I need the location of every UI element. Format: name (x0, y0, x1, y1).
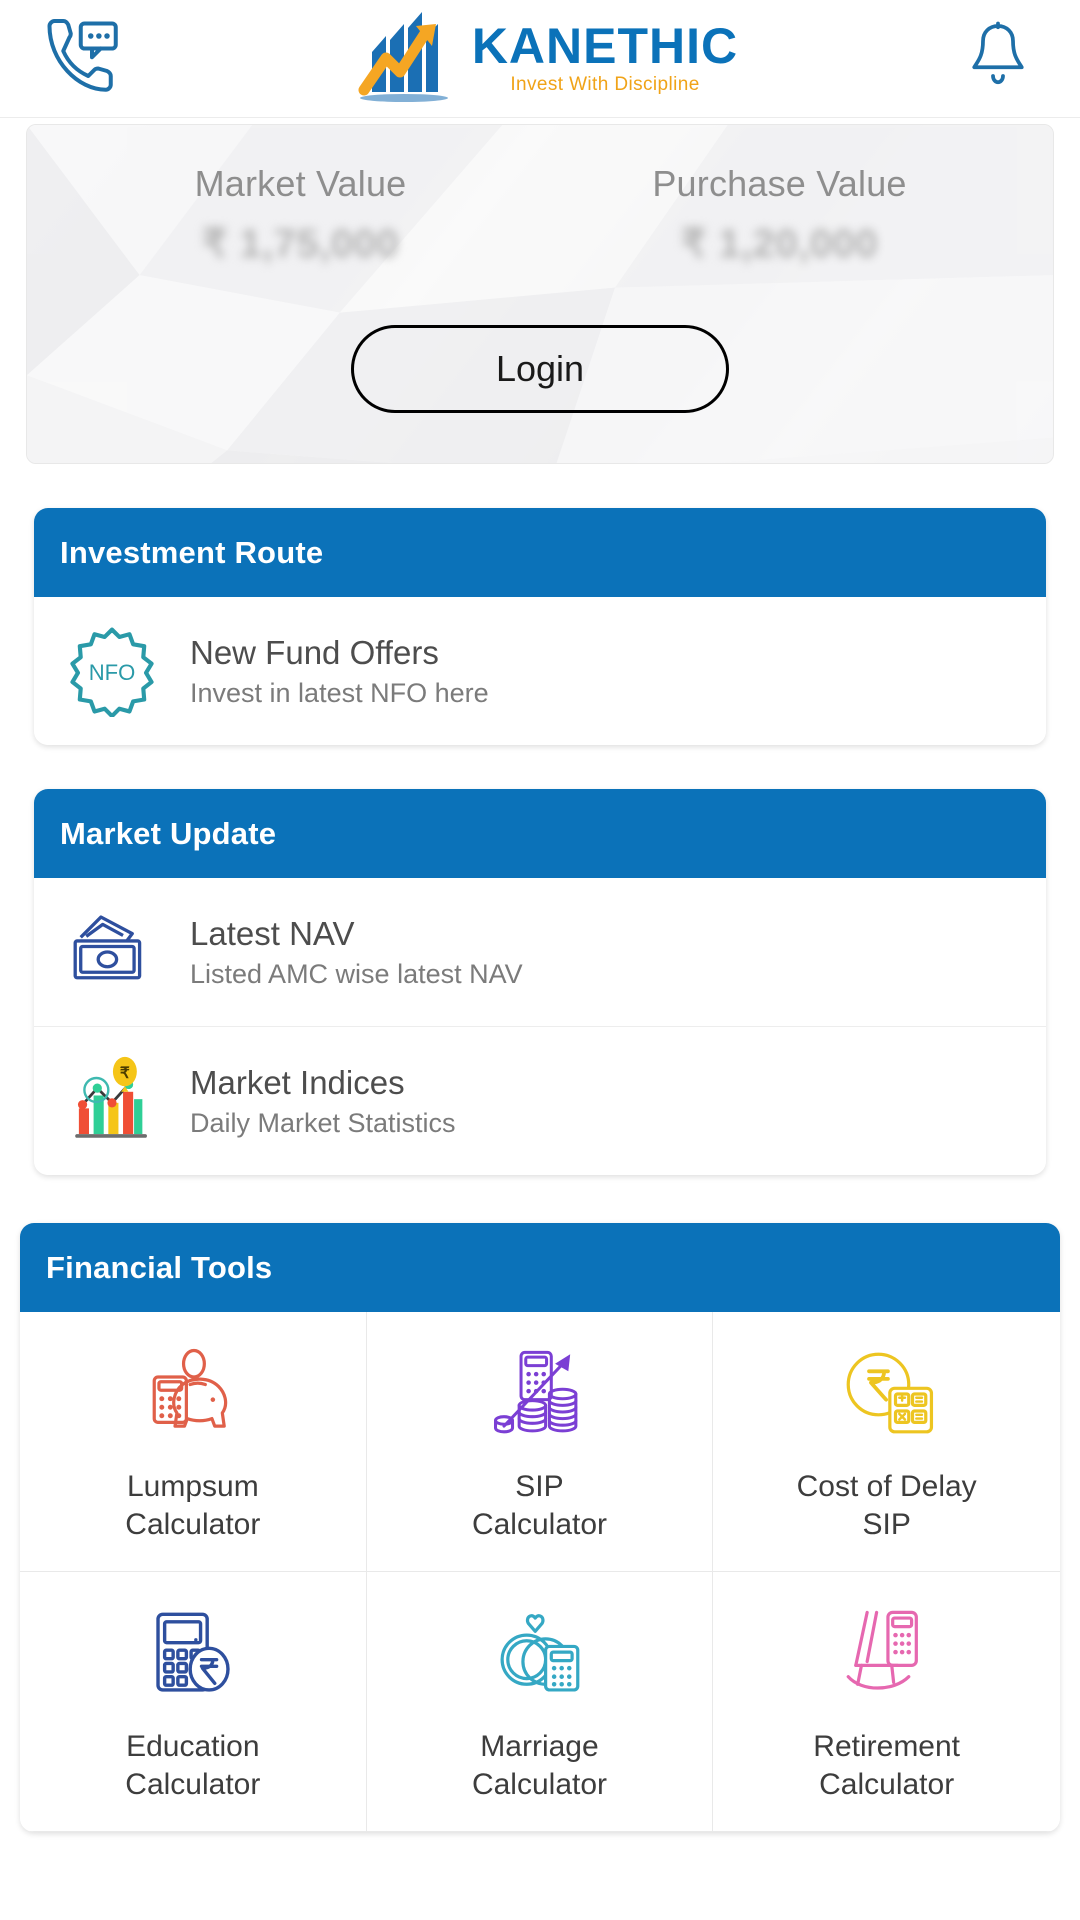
svg-text:₹: ₹ (120, 1065, 130, 1082)
wedding-rings-calculator-icon (487, 1602, 591, 1706)
list-item-new-fund-offers[interactable]: NFO New Fund Offers Invest in latest NFO… (34, 597, 1046, 745)
market-chart-rupee-icon: ₹ (64, 1053, 160, 1149)
purchase-value-label: Purchase Value (652, 163, 907, 204)
market-update-title: Market Update (34, 789, 1046, 878)
calculator-coins-icon (487, 1342, 591, 1446)
tool-education-calculator[interactable]: Education Calculator (20, 1571, 367, 1832)
notifications-button[interactable] (950, 11, 1046, 107)
market-value-label: Market Value (194, 163, 407, 204)
login-button[interactable]: Login (351, 325, 729, 413)
calculator-rupee-icon (141, 1602, 245, 1706)
banknotes-icon (64, 904, 160, 1000)
list-item-text: Latest NAV Listed AMC wise latest NAV (190, 915, 523, 990)
list-item-title: Market Indices (190, 1063, 405, 1101)
tool-marriage-calculator[interactable]: Marriage Calculator (366, 1571, 714, 1832)
nfo-badge-icon: NFO (64, 623, 160, 719)
piggy-calculator-icon (141, 1342, 245, 1446)
investment-route-card: Investment Route NFO New Fund Offers Inv… (34, 508, 1046, 745)
bell-icon (967, 21, 1029, 96)
market-value-amount: ₹ 1,75,000 (201, 222, 400, 266)
financial-tools-title: Financial Tools (20, 1223, 1060, 1312)
brand-logo[interactable]: KANETHIC Invest With Discipline (130, 6, 950, 111)
tool-sip-calculator[interactable]: SIP Calculator (366, 1312, 714, 1572)
financial-tools-card: Financial Tools Lumpsum Calculator SIP C… (20, 1223, 1060, 1832)
market-update-card: Market Update Latest NAV Listed AMC wise… (34, 789, 1046, 1175)
tool-label: Marriage Calculator (471, 1729, 608, 1802)
portfolio-values-row: Market Value ₹ 1,75,000 Purchase Value ₹… (27, 125, 1053, 267)
investment-route-title: Investment Route (34, 508, 1046, 597)
market-value-block: Market Value ₹ 1,75,000 (61, 163, 540, 267)
tool-cost-of-delay-sip[interactable]: Cost of Delay SIP (713, 1312, 1060, 1572)
purchase-value-amount: ₹ 1,20,000 (680, 222, 879, 266)
financial-tools-grid: Lumpsum Calculator SIP Calculator Cost o… (20, 1312, 1060, 1832)
tool-label: Education Calculator (125, 1729, 261, 1802)
tool-retirement-calculator[interactable]: Retirement Calculator (713, 1572, 1060, 1832)
portfolio-summary-card: Market Value ₹ 1,75,000 Purchase Value ₹… (26, 124, 1054, 464)
growth-bars-arrow-icon (342, 6, 462, 111)
tool-label: Lumpsum Calculator (125, 1470, 261, 1542)
support-call-button[interactable] (34, 11, 130, 107)
list-item-title: New Fund Offers (190, 633, 439, 671)
list-item-title: Latest NAV (190, 914, 355, 952)
brand-tagline: Invest With Discipline (510, 74, 700, 95)
tool-label: Cost of Delay SIP (796, 1470, 977, 1542)
app-header: KANETHIC Invest With Discipline (0, 0, 1080, 118)
list-item-subtitle: Listed AMC wise latest NAV (190, 958, 523, 989)
rupee-coin-calculator-icon (835, 1342, 939, 1446)
tool-lumpsum-calculator[interactable]: Lumpsum Calculator (20, 1312, 367, 1572)
page-scroll-body[interactable]: Market Value ₹ 1,75,000 Purchase Value ₹… (0, 118, 1080, 1920)
rocking-chair-icon (835, 1602, 939, 1706)
tool-label: SIP Calculator (471, 1470, 608, 1542)
list-item-subtitle: Daily Market Statistics (190, 1107, 456, 1138)
brand-text: KANETHIC Invest With Discipline (472, 21, 738, 96)
tool-label: Retirement Calculator (813, 1729, 961, 1802)
purchase-value-block: Purchase Value ₹ 1,20,000 (540, 163, 1019, 267)
list-item-latest-nav[interactable]: Latest NAV Listed AMC wise latest NAV (34, 878, 1046, 1026)
list-item-subtitle: Invest in latest NFO here (190, 677, 489, 708)
list-item-text: New Fund Offers Invest in latest NFO her… (190, 634, 489, 709)
svg-text:NFO: NFO (89, 660, 136, 685)
brand-wordmark: KANETHIC (471, 18, 739, 74)
list-item-market-indices[interactable]: ₹ Market Indices Daily Market Statistics (34, 1026, 1046, 1175)
list-item-text: Market Indices Daily Market Statistics (190, 1064, 456, 1139)
phone-chat-icon (42, 16, 122, 101)
